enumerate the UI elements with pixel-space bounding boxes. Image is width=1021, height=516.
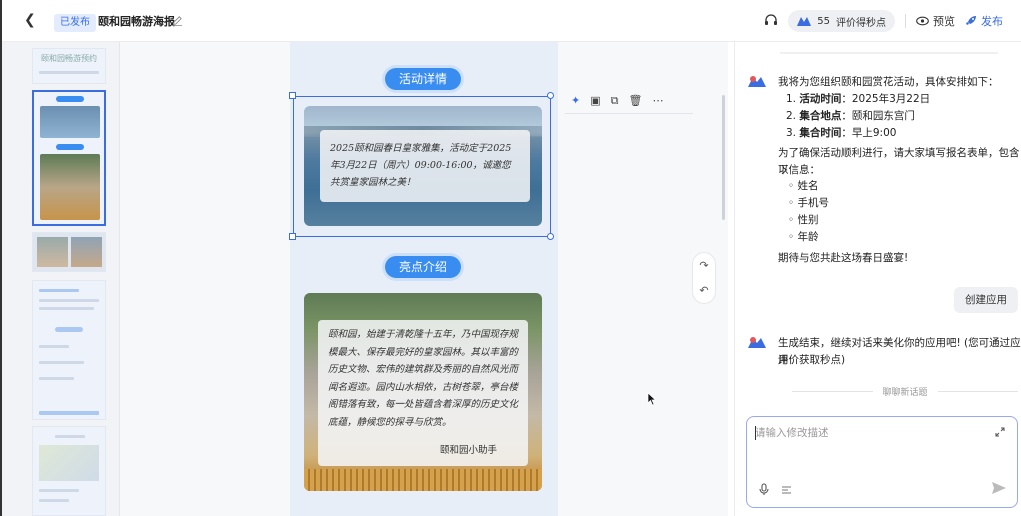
plan-item: 1. 活动时间：2025年3月22日 (786, 93, 931, 105)
user-message: 创建应用 (954, 287, 1018, 313)
edit-icon[interactable] (172, 15, 183, 26)
thumbnail-map (39, 445, 99, 481)
text-caret (755, 426, 756, 440)
thumbnail-line (39, 71, 99, 74)
publish-button[interactable]: 发布 (965, 13, 1003, 29)
thumbnail-2-selected[interactable] (32, 90, 106, 226)
thumbnail-title: 颐和园畅游预约 (41, 54, 97, 63)
field-item: ◦ 性别 (788, 214, 819, 226)
canvas-scrollbar[interactable] (722, 95, 725, 220)
selection-box[interactable] (293, 96, 551, 237)
redo-icon[interactable]: ↷ (699, 259, 708, 272)
assistant-avatar-icon (748, 337, 766, 348)
signature-text: 颐和园小助手 (440, 445, 498, 456)
divider (905, 14, 906, 28)
settings-sliders-icon[interactable] (781, 485, 792, 495)
thumbnail-line (55, 435, 85, 438)
thumbnail-3[interactable] (32, 232, 106, 272)
thumbnail-4[interactable] (32, 280, 106, 420)
resize-handle[interactable] (547, 92, 554, 99)
thumbnail-5[interactable] (32, 426, 106, 516)
mouse-cursor-icon (647, 392, 657, 406)
preview-button[interactable]: 预览 (916, 13, 955, 29)
rocket-icon (966, 16, 976, 25)
chat-input[interactable] (755, 425, 990, 471)
points-value: 55 (817, 15, 830, 27)
assistant-avatar-icon (748, 76, 766, 87)
thumbnail-image (71, 237, 102, 267)
delete-icon[interactable]: 🗑 (628, 94, 642, 107)
headset-icon[interactable] (764, 14, 778, 28)
preview-label: 预览 (933, 15, 955, 28)
thumbnail-line (39, 289, 79, 292)
divider (937, 391, 1019, 392)
thumbnail-line (39, 377, 74, 380)
resize-handle[interactable] (289, 92, 296, 99)
field-item: ◦ 姓名 (788, 180, 819, 192)
field-item: ◦ 年龄 (788, 231, 819, 243)
divider (792, 391, 873, 392)
section-title-highlights[interactable]: 亮点介绍 (385, 256, 461, 278)
status-badge: 已发布 (54, 14, 96, 32)
back-icon[interactable]: ❮ (24, 12, 36, 28)
points-badge[interactable]: 55 评价得秒点 (788, 10, 895, 32)
top-bar-actions: 55 评价得秒点 预览 发布 (764, 10, 1003, 32)
plan-item: 2. 集合地点：颐和园东宫门 (786, 110, 915, 122)
assistant-closing: 期待与您共赴这场春日盛宴! (778, 252, 909, 264)
thumbnail-line (39, 489, 79, 492)
microphone-icon[interactable] (759, 483, 769, 496)
section-title-details[interactable]: 活动详情 (385, 68, 461, 90)
roof-tiles (304, 469, 542, 491)
form-intro-line: 下信息： (778, 164, 820, 176)
thumbnail-pill (56, 144, 84, 150)
thumbnail-image (40, 154, 100, 220)
points-logo-icon (797, 17, 812, 26)
new-topic-divider: 聊聊新话题 (792, 385, 1019, 398)
copy-icon[interactable]: ⧉ (611, 94, 619, 108)
expand-icon[interactable] (995, 427, 1005, 437)
thumbnail-line (39, 345, 69, 348)
thumbnail-line (39, 411, 99, 415)
thumbnail-pill (55, 327, 83, 332)
ai-sparkle-icon[interactable]: ✦ (571, 94, 580, 107)
new-topic-link[interactable]: 聊聊新话题 (883, 385, 928, 398)
history-controls: ↷ ↶ (692, 252, 716, 304)
thumbnail-image (40, 106, 100, 138)
page-thumbnails: 颐和园畅游预约 (2, 42, 120, 516)
more-icon[interactable]: ⋯ (652, 94, 663, 107)
element-toolbar: ✦ ▣ ⧉ 🗑 ⋯ (565, 88, 693, 114)
points-label: 评价得秒点 (836, 17, 886, 29)
eye-icon (916, 16, 929, 26)
resize-handle[interactable] (547, 233, 554, 240)
field-item: ◦ 手机号 (788, 197, 830, 209)
thumbnail-line (39, 307, 94, 310)
app-window: ❮ 已发布 颐和园畅游海报 55 评价得秒点 预览 发布 颐和园畅游预约 活动详… (0, 0, 1021, 516)
undo-icon[interactable]: ↶ (699, 284, 708, 297)
top-bar: ❮ 已发布 颐和园畅游海报 55 评价得秒点 预览 发布 (2, 0, 1021, 42)
chat-input-box (746, 416, 1018, 508)
thumbnail-line (39, 361, 84, 364)
thumbnail-image (37, 237, 68, 267)
resize-handle[interactable] (289, 233, 296, 240)
page-title[interactable]: 颐和园畅游海报 (98, 14, 175, 30)
assistant-intro: 我将为您组织颐和园赏花活动，具体安排如下： (778, 76, 999, 88)
send-icon[interactable] (991, 481, 1007, 495)
assistant-done-line: 评价获取秒点) (778, 354, 846, 366)
publish-label: 发布 (981, 15, 1003, 28)
crop-icon[interactable]: ▣ (590, 94, 600, 107)
thumbnail-line (39, 499, 69, 502)
thumbnail-1[interactable]: 颐和园畅游预约 (32, 48, 106, 84)
divider (780, 52, 998, 54)
thumbnail-line (39, 299, 99, 302)
plan-item: 3. 集合时间：早上9:00 (786, 127, 897, 139)
highlights-paragraph: 颐和园，始建于清乾隆十五年，乃中国现存规模最大、保存最完好的皇家园林。其以丰富的… (328, 329, 519, 428)
thumbnail-pill (56, 96, 84, 102)
